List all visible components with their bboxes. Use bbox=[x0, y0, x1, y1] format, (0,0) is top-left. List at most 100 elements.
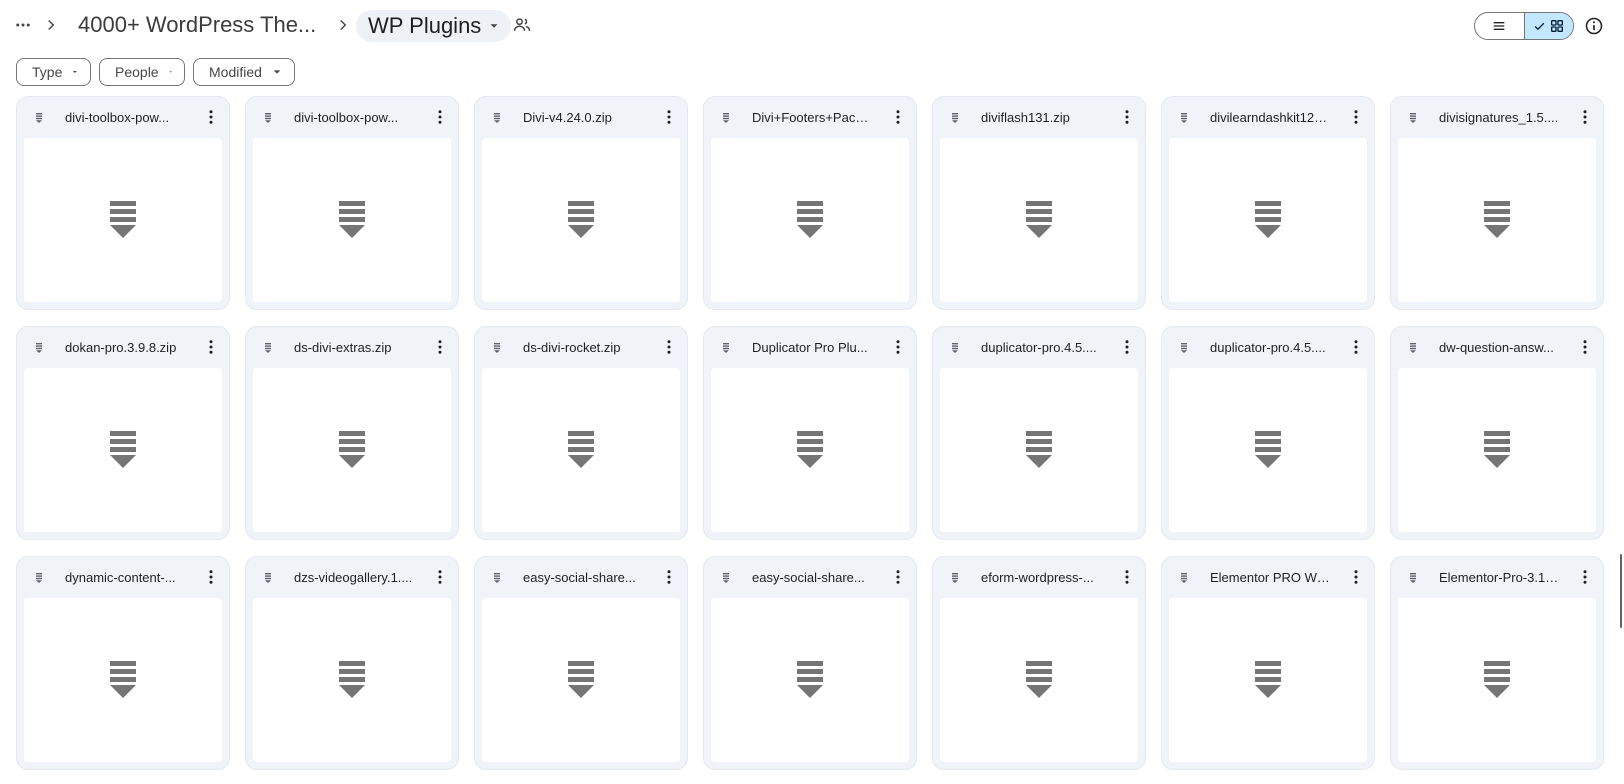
modified-filter-chip[interactable]: Modified bbox=[193, 58, 295, 86]
zip-file-icon bbox=[110, 661, 136, 698]
file-more-actions-button[interactable] bbox=[430, 337, 450, 357]
zip-file-icon bbox=[1026, 661, 1052, 698]
file-thumbnail[interactable] bbox=[482, 138, 680, 302]
file-card[interactable]: Elementor PRO Wo... bbox=[1161, 556, 1375, 770]
file-card[interactable]: ds-divi-extras.zip bbox=[245, 326, 459, 540]
more-vert-icon bbox=[1583, 340, 1587, 354]
file-thumbnail[interactable] bbox=[940, 138, 1138, 302]
file-thumbnail[interactable] bbox=[24, 598, 222, 762]
file-more-actions-button[interactable] bbox=[201, 107, 221, 127]
file-more-actions-button[interactable] bbox=[1346, 567, 1366, 587]
file-thumbnail[interactable] bbox=[253, 138, 451, 302]
list-view-button[interactable] bbox=[1475, 13, 1524, 39]
file-thumbnail[interactable] bbox=[1398, 598, 1596, 762]
zip-file-icon bbox=[1026, 431, 1052, 468]
file-card-header: Divi-v4.24.0.zip bbox=[475, 97, 687, 137]
file-card-header: dynamic-content-... bbox=[17, 557, 229, 597]
file-more-actions-button[interactable] bbox=[659, 337, 679, 357]
file-card-header: Duplicator Pro Plu... bbox=[704, 327, 916, 367]
file-card[interactable]: divi-toolbox-pow... bbox=[16, 96, 230, 310]
file-thumbnail[interactable] bbox=[253, 368, 451, 532]
file-more-actions-button[interactable] bbox=[201, 337, 221, 357]
file-more-actions-button[interactable] bbox=[201, 567, 221, 587]
more-horiz-icon bbox=[16, 23, 30, 27]
file-card[interactable]: easy-social-share... bbox=[474, 556, 688, 770]
file-name: eform-wordpress-... bbox=[981, 570, 1094, 585]
zip-file-icon bbox=[339, 431, 365, 468]
zip-file-icon bbox=[1484, 431, 1510, 468]
file-card-header: Elementor PRO Wo... bbox=[1162, 557, 1374, 597]
file-name: dw-question-answ... bbox=[1439, 340, 1554, 355]
file-thumbnail[interactable] bbox=[1169, 368, 1367, 532]
file-card[interactable]: Divi+Footers+Pack... bbox=[703, 96, 917, 310]
grid-view-button[interactable] bbox=[1523, 13, 1573, 39]
people-filter-chip[interactable]: People bbox=[99, 58, 185, 86]
file-thumbnail[interactable] bbox=[940, 368, 1138, 532]
file-thumbnail[interactable] bbox=[711, 598, 909, 762]
scrollbar-thumb[interactable] bbox=[1620, 554, 1622, 628]
zip-file-icon bbox=[1484, 201, 1510, 238]
file-more-actions-button[interactable] bbox=[888, 567, 908, 587]
file-more-actions-button[interactable] bbox=[888, 107, 908, 127]
people-icon[interactable] bbox=[512, 15, 532, 35]
file-thumbnail[interactable] bbox=[482, 368, 680, 532]
file-thumbnail[interactable] bbox=[24, 368, 222, 532]
file-more-actions-button[interactable] bbox=[1575, 567, 1595, 587]
file-thumbnail[interactable] bbox=[1398, 368, 1596, 532]
file-thumbnail[interactable] bbox=[1169, 138, 1367, 302]
file-card[interactable]: dynamic-content-... bbox=[16, 556, 230, 770]
file-card[interactable]: divi-toolbox-pow... bbox=[245, 96, 459, 310]
file-more-actions-button[interactable] bbox=[659, 567, 679, 587]
file-more-actions-button[interactable] bbox=[1346, 107, 1366, 127]
file-more-actions-button[interactable] bbox=[1117, 107, 1137, 127]
file-more-actions-button[interactable] bbox=[1575, 337, 1595, 357]
file-card[interactable]: ds-divi-rocket.zip bbox=[474, 326, 688, 540]
file-thumbnail[interactable] bbox=[253, 598, 451, 762]
file-thumbnail[interactable] bbox=[24, 138, 222, 302]
file-more-actions-button[interactable] bbox=[430, 567, 450, 587]
file-card[interactable]: Divi-v4.24.0.zip bbox=[474, 96, 688, 310]
file-card[interactable]: Duplicator Pro Plu... bbox=[703, 326, 917, 540]
file-more-actions-button[interactable] bbox=[659, 107, 679, 127]
file-card[interactable]: dzs-videogallery.1.... bbox=[245, 556, 459, 770]
file-card[interactable]: divilearndashkit121... bbox=[1161, 96, 1375, 310]
type-filter-chip[interactable]: Type bbox=[16, 58, 91, 86]
file-card[interactable]: diviflash131.zip bbox=[932, 96, 1146, 310]
zip-file-icon bbox=[1178, 111, 1190, 123]
breadcrumb-overflow-button[interactable] bbox=[12, 14, 34, 36]
file-card-header: easy-social-share... bbox=[704, 557, 916, 597]
file-name: duplicator-pro.4.5.... bbox=[1210, 340, 1326, 355]
filter-bar: Type People Modified bbox=[16, 58, 295, 86]
current-folder-button[interactable]: WP Plugins bbox=[356, 10, 512, 42]
breadcrumb-parent-folder[interactable]: 4000+ WordPress The... bbox=[78, 12, 316, 38]
file-card[interactable]: easy-social-share... bbox=[703, 556, 917, 770]
file-more-actions-button[interactable] bbox=[430, 107, 450, 127]
file-thumbnail[interactable] bbox=[711, 368, 909, 532]
file-thumbnail[interactable] bbox=[482, 598, 680, 762]
info-icon[interactable] bbox=[1584, 16, 1604, 36]
more-vert-icon bbox=[209, 340, 213, 354]
zip-file-icon bbox=[491, 341, 503, 353]
file-name: Duplicator Pro Plu... bbox=[752, 340, 868, 355]
file-card[interactable]: duplicator-pro.4.5.... bbox=[932, 326, 1146, 540]
file-more-actions-button[interactable] bbox=[1575, 107, 1595, 127]
file-card[interactable]: eform-wordpress-... bbox=[932, 556, 1146, 770]
file-more-actions-button[interactable] bbox=[888, 337, 908, 357]
file-thumbnail[interactable] bbox=[1398, 138, 1596, 302]
file-thumbnail[interactable] bbox=[1169, 598, 1367, 762]
zip-file-icon bbox=[262, 111, 274, 123]
file-thumbnail[interactable] bbox=[711, 138, 909, 302]
file-card[interactable]: dokan-pro.3.9.8.zip bbox=[16, 326, 230, 540]
file-card[interactable]: Elementor-Pro-3.1.... bbox=[1390, 556, 1604, 770]
file-card-header: easy-social-share... bbox=[475, 557, 687, 597]
file-more-actions-button[interactable] bbox=[1117, 567, 1137, 587]
zip-file-icon bbox=[1026, 201, 1052, 238]
file-card[interactable]: duplicator-pro.4.5.... bbox=[1161, 326, 1375, 540]
zip-file-icon bbox=[1178, 571, 1190, 583]
file-card[interactable]: divisignatures_1.5.... bbox=[1390, 96, 1604, 310]
zip-file-icon bbox=[1178, 341, 1190, 353]
file-more-actions-button[interactable] bbox=[1117, 337, 1137, 357]
file-more-actions-button[interactable] bbox=[1346, 337, 1366, 357]
file-thumbnail[interactable] bbox=[940, 598, 1138, 762]
file-card[interactable]: dw-question-answ... bbox=[1390, 326, 1604, 540]
